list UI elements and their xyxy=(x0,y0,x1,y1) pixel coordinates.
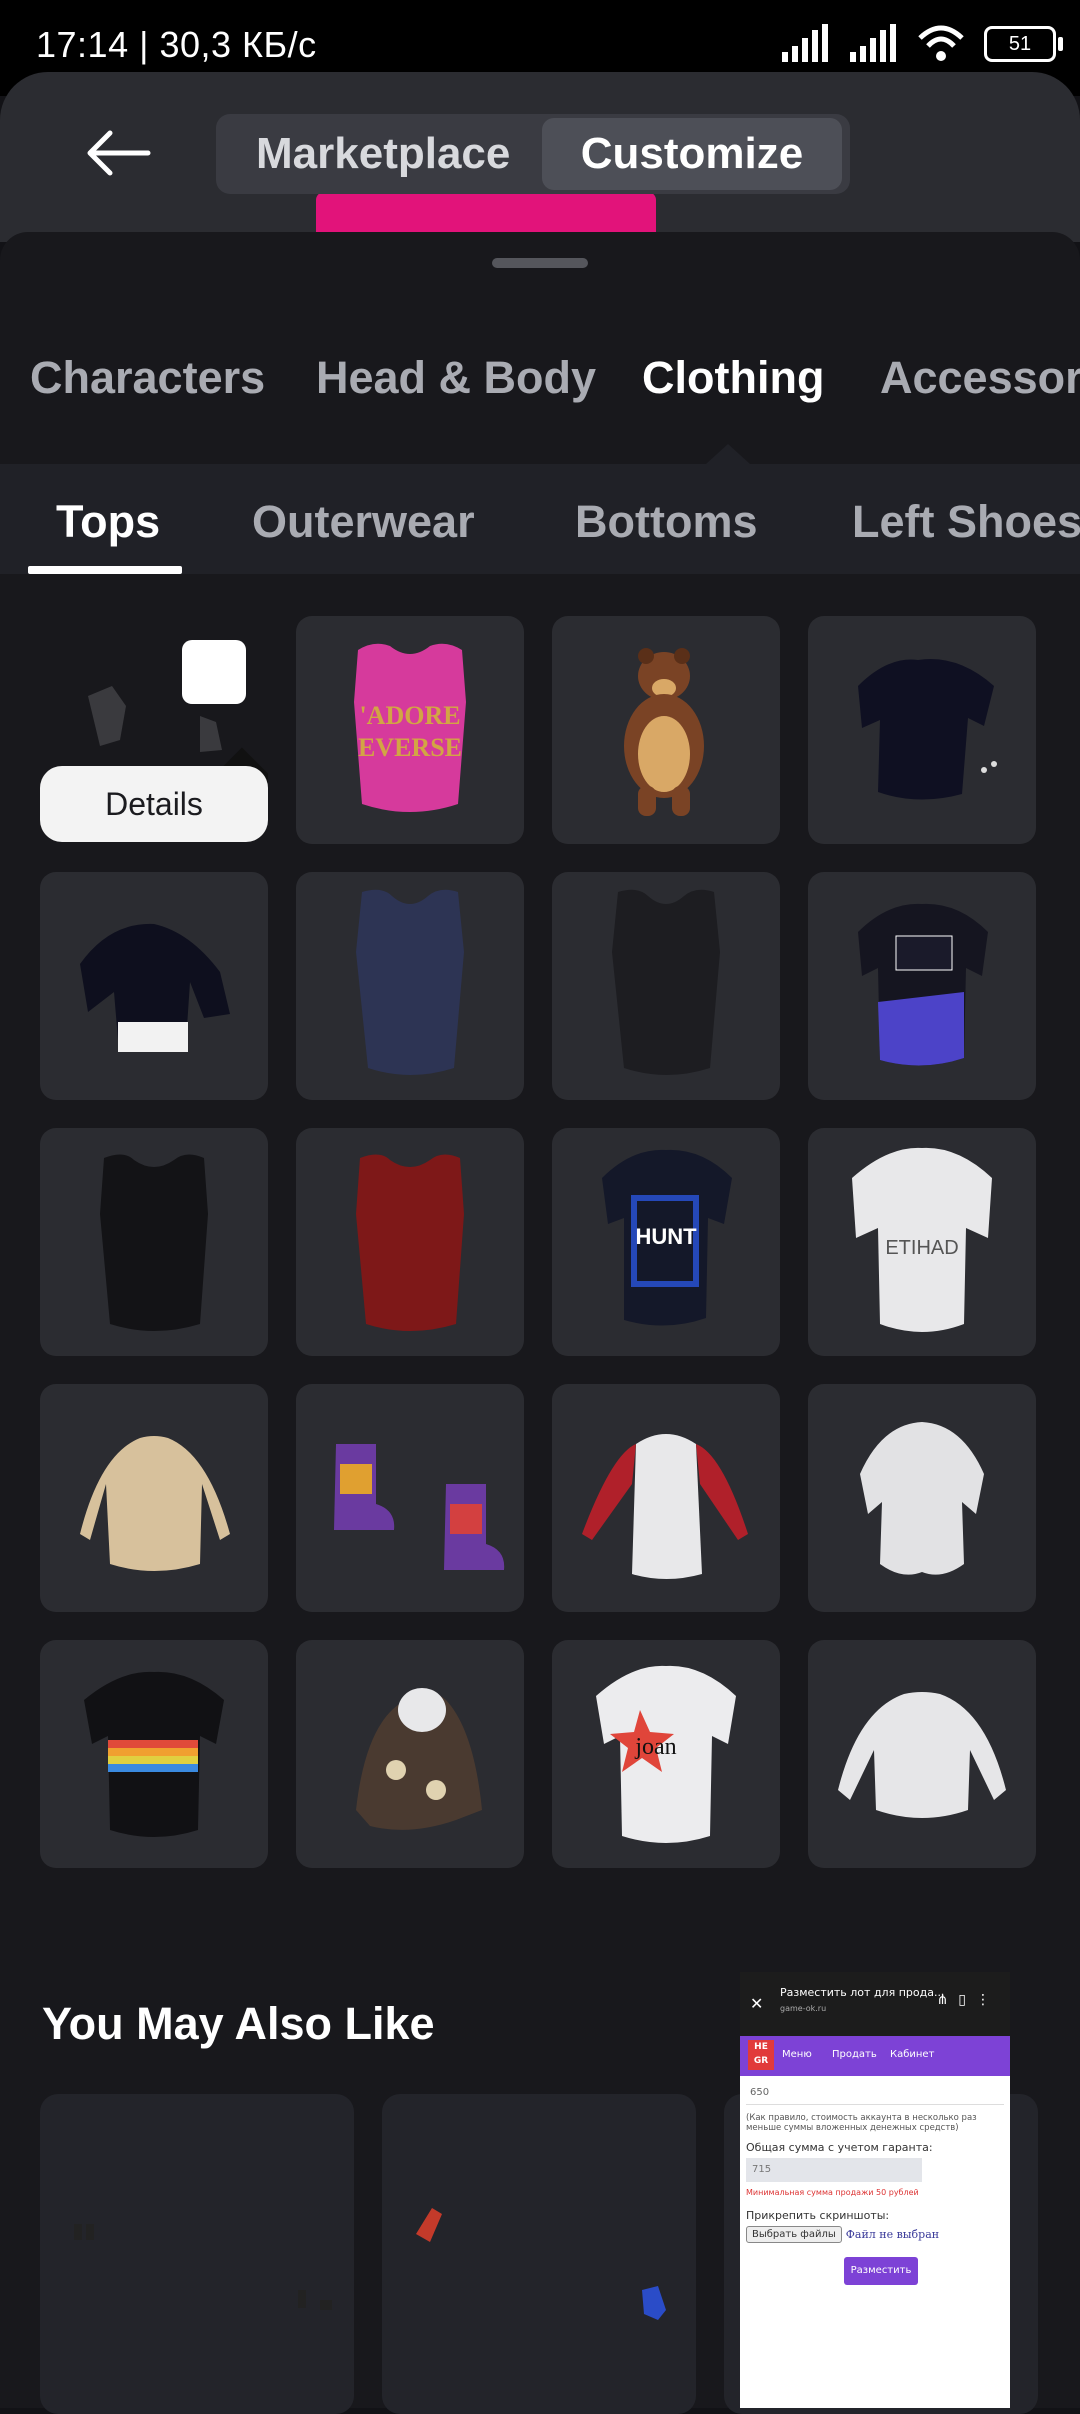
black-sweater-icon xyxy=(80,923,230,1052)
svg-text:EVERSE: EVERSE xyxy=(358,733,462,762)
tab-left-shoes[interactable]: Left Shoes xyxy=(852,496,1080,548)
details-button[interactable]: Details xyxy=(40,766,268,842)
preview-header: ✕ Разместить лот для прода... game-ok.ru… xyxy=(740,1972,1010,2036)
grid-item[interactable] xyxy=(40,1384,268,1612)
preview-menu-item[interactable]: Продать xyxy=(832,2049,877,2060)
subcategory-tabs: Tops Outerwear Bottoms Left Shoes xyxy=(0,464,1080,574)
gloves-icon xyxy=(74,2224,332,2310)
black-tank-top-icon xyxy=(100,1154,208,1331)
grid-item[interactable] xyxy=(808,1384,1036,1612)
share-bookmark-more-icons[interactable]: ⋔▯⋮ xyxy=(937,1992,1000,2008)
drag-handle[interactable] xyxy=(492,258,588,268)
svg-text:joan: joan xyxy=(634,1734,676,1760)
file-picker: Выбрать файлы Файл не выбран xyxy=(746,2226,1004,2243)
white-sweatshirt-icon xyxy=(838,1692,1006,1818)
beige-sweater-icon xyxy=(80,1436,230,1571)
black-blue-tshirt-icon xyxy=(858,903,988,1066)
total-label: Общая сумма с учетом гаранта: xyxy=(746,2141,933,2154)
min-note: Минимальная сумма продажи 50 рублей xyxy=(746,2188,919,2197)
active-subtab-indicator xyxy=(28,566,182,574)
grid-item[interactable] xyxy=(296,872,524,1100)
category-tabs: Characters Head & Body Clothing Accessor… xyxy=(0,352,1080,462)
grid-item[interactable] xyxy=(296,1384,524,1612)
rainbow-tshirt-icon xyxy=(84,1671,224,1837)
hunt-tshirt-icon: HUNT xyxy=(602,1149,732,1326)
wifi-icon xyxy=(918,25,964,61)
black-tshirt-icon xyxy=(858,659,997,800)
grid-item[interactable] xyxy=(808,872,1036,1100)
grid-item[interactable] xyxy=(552,872,780,1100)
preview-note: (Как правило, стоимость аккаунта в неско… xyxy=(746,2113,977,2133)
grid-item[interactable] xyxy=(552,616,780,844)
white-blouse-icon xyxy=(860,1422,984,1575)
grid-item[interactable] xyxy=(40,872,268,1100)
grid-item[interactable]: Details xyxy=(40,616,268,844)
close-icon[interactable]: ✕ xyxy=(750,1994,763,2013)
svg-text:'ADORE: 'ADORE xyxy=(359,701,460,730)
grid-item[interactable] xyxy=(40,1128,268,1356)
preview-menu-item[interactable]: Меню xyxy=(782,2049,812,2060)
choose-files-button[interactable]: Выбрать файлы xyxy=(746,2226,842,2243)
joan-tshirt-icon: joan xyxy=(596,1665,736,1843)
tab-accessories[interactable]: Accessori xyxy=(880,352,1080,404)
signal-icon xyxy=(782,24,828,62)
grid-item[interactable] xyxy=(296,1640,524,1868)
grid-item[interactable]: ETIHAD xyxy=(808,1128,1036,1356)
grid-item[interactable]: 'ADORE EVERSE xyxy=(296,616,524,844)
preview-url: game-ok.ru xyxy=(780,2004,827,2013)
tab-head-body[interactable]: Head & Body xyxy=(316,352,596,404)
red-tank-top-icon xyxy=(356,1154,464,1331)
raglan-shirt-icon xyxy=(582,1434,748,1579)
status-icons: 51 xyxy=(780,22,1063,66)
black-tank-top-icon xyxy=(612,889,720,1075)
preview-title: Разместить лот для прода... xyxy=(780,1986,945,1999)
gloves-icon xyxy=(416,2208,666,2320)
tab-tops[interactable]: Tops xyxy=(56,496,160,548)
attach-label: Прикрепить скриншоты: xyxy=(746,2209,890,2222)
battery-icon: 51 xyxy=(984,26,1063,62)
boots-icon xyxy=(334,1444,505,1570)
bear-icon xyxy=(624,648,704,816)
mode-switch: Marketplace Customize xyxy=(216,114,850,194)
status-time-speed: 17:14 | 30,3 КБ/с xyxy=(36,24,317,65)
marketplace-tab[interactable]: Marketplace xyxy=(256,114,510,194)
active-category-pointer xyxy=(706,444,750,464)
preview-form: 650 (Как правило, стоимость аккаунта в н… xyxy=(740,2076,1010,2291)
customize-tab[interactable]: Customize xyxy=(542,118,842,190)
tab-characters[interactable]: Characters xyxy=(30,352,265,404)
grid-item[interactable] xyxy=(552,1384,780,1612)
tab-clothing[interactable]: Clothing xyxy=(642,352,824,404)
preview-nav: HE GR Меню Продать Кабинет xyxy=(740,2036,1010,2076)
pink-tank-top-icon: 'ADORE EVERSE xyxy=(354,643,466,812)
signal-icon-2 xyxy=(850,24,896,62)
you-may-also-like-title: You May Also Like xyxy=(42,1998,435,2049)
grid-item[interactable]: joan xyxy=(552,1640,780,1868)
grid-item[interactable] xyxy=(808,616,1036,844)
price-input[interactable]: 650 xyxy=(746,2082,1004,2105)
top-bar: Marketplace Customize xyxy=(0,72,1080,242)
recommendation-card[interactable] xyxy=(382,2094,696,2414)
tab-outerwear[interactable]: Outerwear xyxy=(252,496,475,548)
hoodie-icon xyxy=(356,1688,482,1830)
svg-text:HUNT: HUNT xyxy=(635,1224,697,1249)
browser-preview-overlay[interactable]: ✕ Разместить лот для прода... game-ok.ru… xyxy=(740,1972,1010,2408)
recommendation-card[interactable] xyxy=(40,2094,354,2414)
svg-text:ETIHAD: ETIHAD xyxy=(885,1237,958,1259)
total-input[interactable]: 715 xyxy=(746,2158,922,2182)
grid-item[interactable] xyxy=(40,1640,268,1868)
grid-item[interactable] xyxy=(296,1128,524,1356)
selected-checkbox[interactable] xyxy=(182,640,268,814)
site-logo: HE GR xyxy=(748,2040,774,2070)
grid-item[interactable] xyxy=(808,1640,1036,1868)
back-arrow-icon[interactable] xyxy=(82,128,152,178)
preview-menu-item[interactable]: Кабинет xyxy=(890,2049,934,2060)
no-file-text: Файл не выбран xyxy=(845,2228,940,2241)
grid-item[interactable]: HUNT xyxy=(552,1128,780,1356)
tab-bottoms[interactable]: Bottoms xyxy=(575,496,757,548)
submit-button[interactable]: Разместить xyxy=(844,2257,918,2285)
navy-tank-top-icon xyxy=(356,889,464,1075)
white-jersey-icon: ETIHAD xyxy=(852,1147,992,1332)
